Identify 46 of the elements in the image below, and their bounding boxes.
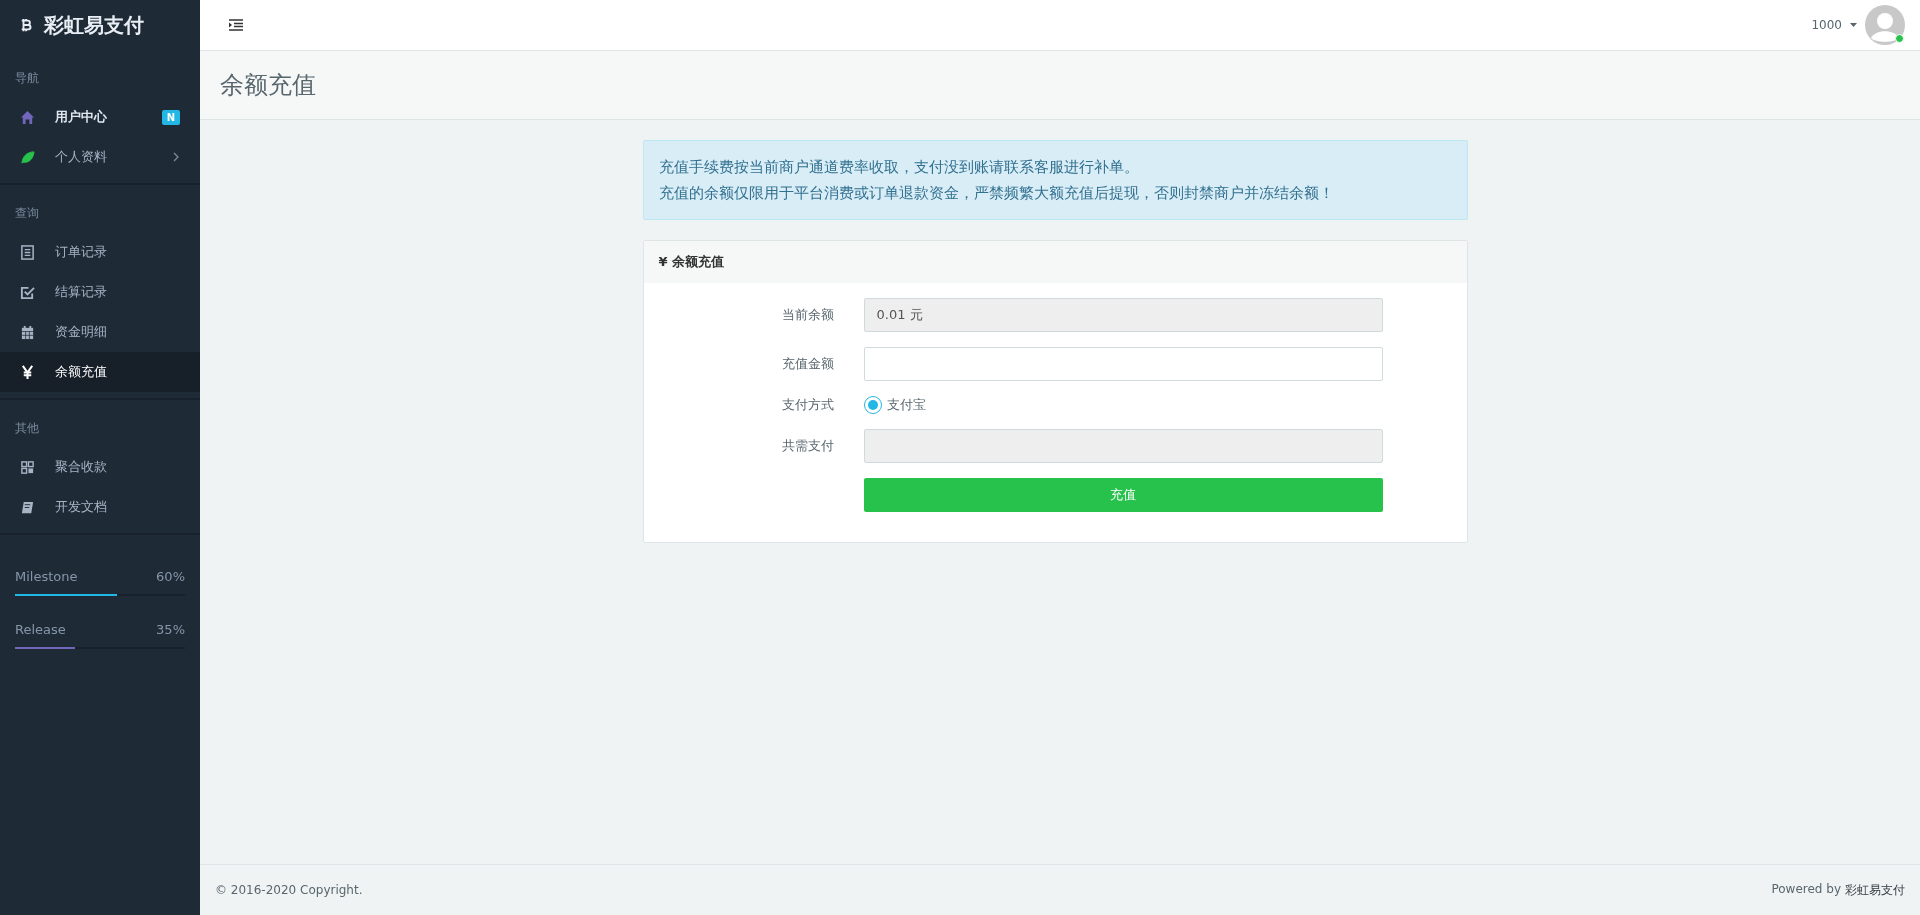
copyright-text: © 2016-2020 Copyright.	[215, 883, 363, 897]
check-icon	[20, 284, 35, 300]
field-label: 支付方式	[780, 396, 835, 414]
leaf-icon	[20, 149, 35, 165]
nav-item[interactable]: 结算记录	[0, 272, 200, 312]
nav-item[interactable]: 聚合收款	[0, 447, 200, 487]
progress-label: Release	[15, 622, 66, 637]
bitcoin-icon	[20, 16, 34, 34]
notice-text: 充值手续费按当前商户通道费率收取，支付没到账请联系客服进行补单。	[658, 157, 1139, 178]
avatar[interactable]	[1865, 5, 1905, 45]
progress-label: Milestone	[15, 569, 78, 584]
brand-name[interactable]: 彩虹易支付	[44, 11, 144, 39]
brand-link[interactable]: 彩虹易支付	[1845, 881, 1905, 899]
caret-icon[interactable]	[1850, 23, 1857, 27]
calendar-icon	[20, 324, 35, 340]
qrcode-icon	[20, 459, 35, 475]
notice-text: 充值的余额仅限用于平台消费或订单退款资金，严禁频繁大额充值后提现，否则封禁商户并冻结余额！	[658, 183, 1334, 204]
nav-item[interactable]: 余额充值	[0, 352, 200, 392]
field-label: 共需支付	[780, 437, 835, 455]
chevron-icon	[172, 152, 180, 162]
book-icon	[20, 499, 35, 515]
nav-section-heading: 导航	[14, 70, 40, 87]
home-icon	[20, 109, 35, 125]
nav-item[interactable]: 用户中心 N	[0, 97, 200, 137]
nav-item[interactable]: 订单记录	[0, 232, 200, 272]
nav-section-heading: 查询	[14, 205, 40, 222]
amount-input[interactable]	[863, 347, 1383, 381]
field-label: 当前余额	[780, 306, 835, 324]
readonly-field: 0.01 元	[863, 298, 1383, 332]
page-title: 余额充值	[220, 71, 316, 99]
new-badge: N	[161, 109, 180, 125]
progress-reading: 60%	[156, 569, 185, 584]
nav-item[interactable]: 个人资料	[0, 137, 200, 177]
list-icon	[20, 244, 35, 260]
radio-button[interactable]	[863, 396, 882, 414]
yen-icon	[20, 364, 35, 380]
nav-item[interactable]: 资金明细	[0, 312, 200, 352]
powered-by-text: Powered by	[1771, 881, 1841, 898]
panel-title: ¥ 余额充值	[643, 241, 1467, 283]
nav-item[interactable]: 开发文档	[0, 487, 200, 527]
nav-section-heading: 其他	[14, 420, 40, 437]
username[interactable]: 1000	[1811, 18, 1842, 32]
menu-icon[interactable]	[228, 18, 244, 32]
radio-label[interactable]: 支付宝	[886, 396, 926, 414]
progress-reading: 35%	[156, 622, 185, 637]
field-label: 充值金额	[780, 355, 835, 373]
